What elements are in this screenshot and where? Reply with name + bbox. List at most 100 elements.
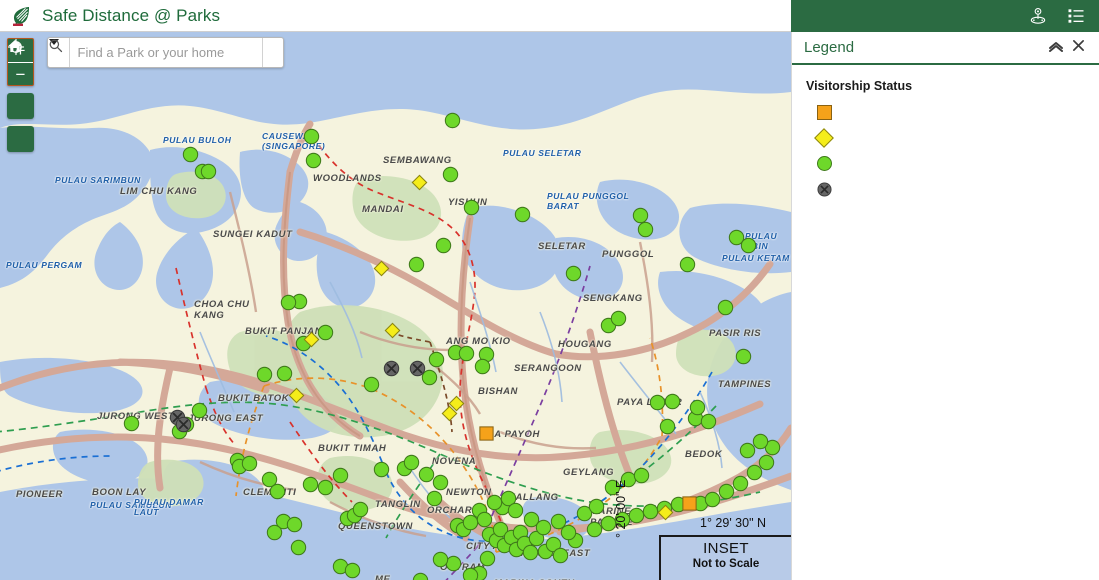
legend-title: Legend — [804, 39, 855, 56]
marker-low[interactable] — [700, 413, 717, 430]
marker-closed[interactable] — [383, 360, 400, 377]
locate-button[interactable] — [7, 38, 34, 152]
close-icon — [1072, 39, 1085, 57]
marker-low[interactable] — [241, 455, 258, 472]
marker-closed[interactable] — [409, 360, 426, 377]
marker-low[interactable] — [266, 524, 283, 541]
marker-low[interactable] — [474, 358, 491, 375]
map-controls: + − — [7, 38, 34, 152]
marker-low[interactable] — [412, 572, 429, 580]
marker-low[interactable] — [280, 294, 297, 311]
search-input[interactable] — [69, 38, 262, 67]
marker-moderate[interactable] — [448, 395, 465, 412]
inset-title: INSET — [703, 540, 749, 557]
gray-circle-x-symbol — [816, 182, 832, 197]
app-root: Safe Distance @ Parks PULAU BULOH PULAU … — [0, 0, 1099, 580]
marker-low[interactable] — [332, 467, 349, 484]
legend-symbol — [806, 105, 842, 120]
marker-low[interactable] — [740, 237, 757, 254]
marker-high[interactable] — [478, 425, 495, 442]
location-pin-icon[interactable] — [1023, 1, 1053, 31]
yellow-diamond-symbol — [814, 128, 834, 148]
legend-collapse-button[interactable] — [1045, 37, 1067, 59]
search-button[interactable] — [49, 38, 284, 67]
marker-low[interactable] — [305, 152, 322, 169]
marker-low[interactable] — [269, 483, 286, 500]
marker-low[interactable] — [758, 454, 775, 471]
marker-low[interactable] — [458, 345, 475, 362]
legend-header: Legend — [792, 32, 1099, 65]
marker-low[interactable] — [303, 128, 320, 145]
marker-low[interactable] — [373, 461, 390, 478]
marker-low[interactable] — [432, 551, 449, 568]
marker-low[interactable] — [633, 467, 650, 484]
inset-subtitle: Not to Scale — [692, 558, 760, 570]
coordinate-label-east: ° 20' 00" E — [614, 479, 628, 538]
marker-low[interactable] — [507, 502, 524, 519]
marker-low[interactable] — [344, 562, 361, 579]
marker-low[interactable] — [182, 146, 199, 163]
marker-moderate[interactable] — [303, 331, 320, 348]
legend-item — [806, 105, 1085, 120]
marker-low[interactable] — [739, 442, 756, 459]
marker-low[interactable] — [637, 221, 654, 238]
legend-symbol — [806, 182, 842, 197]
legend-group-title: Visitorship Status — [806, 79, 913, 93]
legend-panel: Legend Visitorship Status — [791, 32, 1099, 580]
home-button[interactable] — [7, 40, 34, 119]
marker-moderate[interactable] — [657, 504, 674, 521]
marker-low[interactable] — [123, 415, 140, 432]
marker-low[interactable] — [428, 351, 445, 368]
marker-moderate[interactable] — [411, 174, 428, 191]
marker-moderate[interactable] — [384, 322, 401, 339]
inset-box: INSET Not to Scale SOUTH CHINA SEA — [659, 535, 791, 580]
marker-low[interactable] — [276, 365, 293, 382]
legend-item — [806, 128, 1085, 148]
map-canvas[interactable]: PULAU BULOH PULAU SARIMBUN PULAU PERGAM PUL… — [0, 32, 791, 580]
coordinate-label-north: 1° 29' 30" N — [700, 516, 767, 530]
marker-low[interactable] — [426, 490, 443, 507]
zoom-out-button[interactable]: − — [8, 62, 33, 85]
marker-low[interactable] — [286, 516, 303, 533]
page-title: Safe Distance @ Parks — [42, 5, 221, 25]
marker-low[interactable] — [610, 310, 627, 327]
legend-item — [806, 156, 1085, 171]
marker-low[interactable] — [462, 567, 479, 580]
green-circle-symbol — [816, 156, 832, 171]
marker-low[interactable] — [432, 474, 449, 491]
marker-low[interactable] — [442, 166, 459, 183]
marker-closed[interactable] — [175, 416, 192, 433]
marker-low[interactable] — [200, 163, 217, 180]
nparks-leaf-logo — [9, 4, 33, 28]
legend-body: Visitorship Status — [792, 65, 1099, 197]
marker-low[interactable] — [408, 256, 425, 273]
marker-low[interactable] — [588, 498, 605, 515]
marker-low[interactable] — [463, 199, 480, 216]
legend-close-button[interactable] — [1067, 37, 1089, 59]
marker-low[interactable] — [191, 402, 208, 419]
marker-low[interactable] — [735, 348, 752, 365]
marker-low[interactable] — [552, 547, 569, 564]
marker-low[interactable] — [659, 418, 676, 435]
marker-low[interactable] — [444, 112, 461, 129]
legend-list-icon[interactable] — [1061, 1, 1091, 31]
marker-low[interactable] — [290, 539, 307, 556]
app-header: Safe Distance @ Parks — [0, 0, 791, 32]
orange-square-symbol — [816, 105, 832, 120]
marker-low[interactable] — [256, 366, 273, 383]
marker-low[interactable] — [514, 206, 531, 223]
marker-low[interactable] — [565, 265, 582, 282]
marker-low[interactable] — [363, 376, 380, 393]
marker-low[interactable] — [717, 299, 734, 316]
chevron-up-icon — [1048, 39, 1064, 57]
legend-item — [806, 182, 1085, 197]
marker-low[interactable] — [679, 256, 696, 273]
marker-low[interactable] — [550, 513, 567, 530]
marker-high[interactable] — [681, 495, 698, 512]
marker-low[interactable] — [664, 393, 681, 410]
marker-low[interactable] — [352, 501, 369, 518]
marker-moderate[interactable] — [373, 260, 390, 277]
marker-low[interactable] — [435, 237, 452, 254]
marker-moderate[interactable] — [288, 387, 305, 404]
search-bar — [47, 37, 284, 68]
